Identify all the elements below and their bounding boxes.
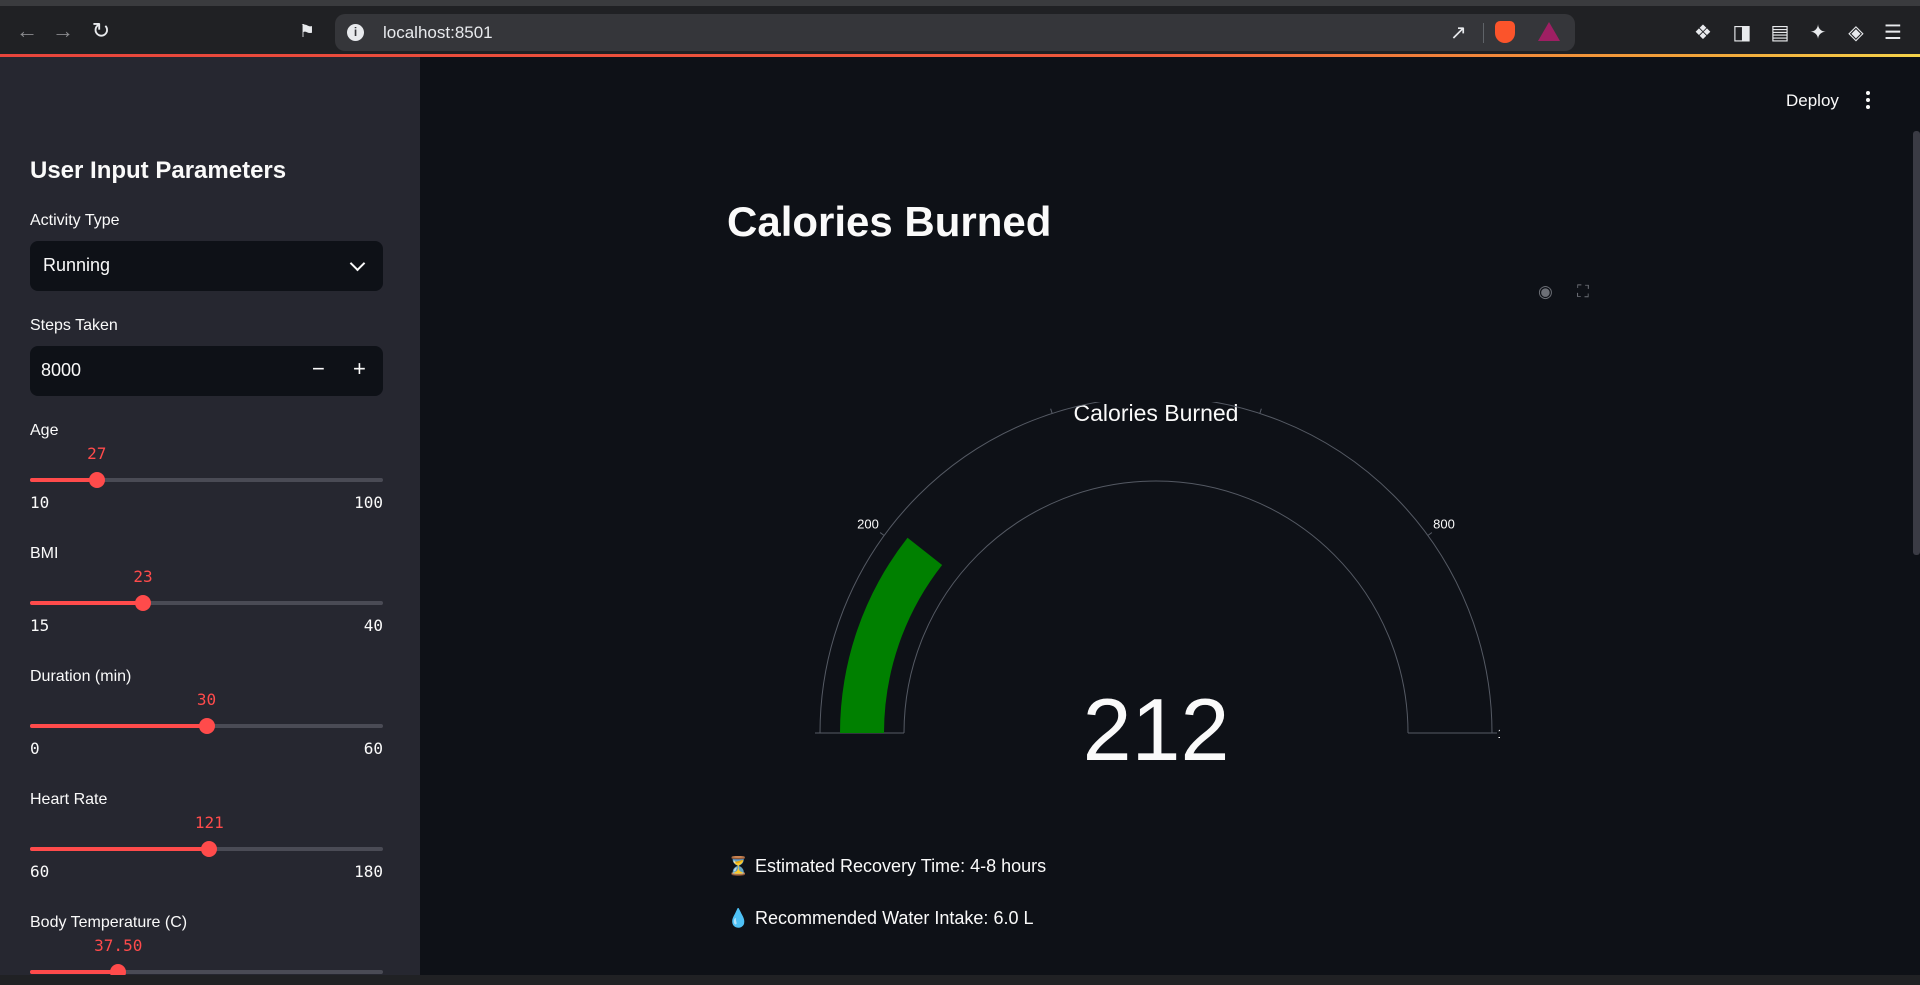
gauge-tick-label: 200	[857, 517, 879, 532]
slider-min-label: 0	[30, 739, 40, 758]
slider-max-label: 60	[363, 739, 383, 758]
heart-rate-label: Heart Rate	[30, 791, 108, 808]
slider-min-label: 15	[30, 616, 50, 635]
bmi-slider[interactable]: 23 15 40	[30, 567, 383, 635]
main-menu-icon[interactable]	[1866, 91, 1872, 112]
slider-current-value: 27	[87, 444, 107, 463]
steps-increment-button[interactable]: +	[353, 356, 366, 382]
slider-current-value: 37.50	[94, 936, 143, 955]
main-scrollbar[interactable]	[1913, 131, 1920, 555]
slider-current-value: 121	[194, 813, 224, 832]
slider-current-value: 30	[196, 690, 217, 709]
bmi-label: BMI	[30, 545, 59, 562]
steps-taken-input[interactable]: 8000 − +	[30, 346, 383, 396]
vpn-icon[interactable]: ◈	[1843, 20, 1869, 45]
url-text[interactable]: localhost:8501	[383, 23, 493, 43]
water-drop-icon: 💧	[727, 908, 750, 928]
body-temperature-slider[interactable]: 37.50	[30, 936, 383, 975]
page-title: Calories Burned	[727, 198, 1052, 245]
recovery-time-text: Estimated Recovery Time: 4-8 hours	[755, 856, 1047, 876]
sidebar-toggle-icon[interactable]: ◨	[1729, 20, 1755, 45]
slider-fill	[30, 847, 210, 851]
slider-fill	[30, 724, 207, 728]
slider-fill	[30, 478, 97, 482]
browser-toolbar: ← → ↻ ⚑ i localhost:8501 ↗ ❖ ◨ ▤ ✦ ◈ ☰	[0, 6, 1920, 57]
gauge-title: Calories Burned	[1074, 402, 1239, 426]
gauge-tick-mark	[1259, 408, 1262, 414]
heart-rate-slider[interactable]: 121 60 180	[30, 813, 383, 881]
steps-taken-label: Steps Taken	[30, 317, 118, 334]
calories-gauge: Calories Burned 02004006008001000 212	[815, 402, 1500, 779]
slider-max-label: 40	[363, 616, 383, 635]
water-intake-info: 💧 Recommended Water Intake: 6.0 L	[727, 908, 1033, 929]
steps-taken-value[interactable]: 8000	[41, 360, 81, 381]
gauge-tick-label: 800	[1433, 517, 1455, 532]
deploy-button[interactable]: Deploy	[1786, 91, 1839, 111]
forward-icon[interactable]: →	[48, 16, 78, 46]
slider-thumb[interactable]	[110, 964, 127, 975]
age-label: Age	[30, 422, 59, 439]
slider-max-label: 100	[354, 493, 383, 512]
address-bar-divider	[1483, 23, 1484, 43]
gauge-value: 212	[1083, 680, 1230, 779]
hourglass-icon: ⏳	[727, 856, 750, 876]
menu-icon[interactable]: ☰	[1880, 20, 1906, 45]
back-icon[interactable]: ←	[12, 16, 42, 46]
activity-type-value: Running	[43, 255, 111, 275]
age-slider[interactable]: 27 10 100	[30, 444, 383, 512]
brave-shields-icon[interactable]	[1495, 21, 1515, 43]
slider-thumb[interactable]	[88, 472, 105, 488]
reload-icon[interactable]: ↻	[86, 16, 116, 46]
site-info-icon[interactable]: i	[347, 24, 364, 41]
recovery-time-info: ⏳ Estimated Recovery Time: 4-8 hours	[727, 856, 1046, 877]
slider-max-label: 180	[354, 862, 383, 881]
leo-ai-icon[interactable]: ✦	[1805, 20, 1831, 45]
address-bar[interactable]: i localhost:8501 ↗	[335, 14, 1575, 51]
duration-label: Duration (min)	[30, 668, 132, 685]
sidebar-title: User Input Parameters	[30, 157, 287, 184]
brave-rewards-icon[interactable]	[1538, 22, 1560, 41]
bottom-bar	[0, 975, 1920, 985]
slider-min-label: 60	[30, 862, 50, 881]
wallet-icon[interactable]: ▤	[1767, 20, 1793, 45]
gauge-value-bar	[840, 537, 943, 733]
gauge-tick-label: 1000	[1498, 726, 1500, 741]
slider-thumb[interactable]	[201, 841, 218, 857]
slider-min-label: 10	[30, 493, 50, 512]
gauge-tick-mark	[1427, 532, 1433, 536]
fullscreen-icon[interactable]: ⛶	[1577, 282, 1589, 302]
main-content: Deploy Calories Burned ◉ ⛶ Calories Burn…	[420, 57, 1920, 975]
sidebar: User Input Parameters Activity Type Runn…	[0, 57, 420, 975]
water-intake-text: Recommended Water Intake: 6.0 L	[755, 908, 1034, 928]
camera-icon[interactable]: ◉	[1538, 282, 1553, 302]
extensions-icon[interactable]: ❖	[1690, 20, 1716, 45]
slider-fill	[30, 601, 143, 605]
slider-thumb[interactable]	[198, 718, 215, 734]
slider-fill	[30, 970, 119, 974]
slider-current-value: 23	[133, 567, 153, 586]
share-icon[interactable]: ↗	[1450, 20, 1467, 45]
activity-type-label: Activity Type	[30, 212, 120, 229]
gauge-tick-mark	[1050, 408, 1053, 414]
slider-thumb[interactable]	[134, 595, 151, 611]
chevron-down-icon	[349, 255, 366, 272]
steps-decrement-button[interactable]: −	[312, 356, 325, 382]
duration-slider[interactable]: 30 0 60	[30, 690, 383, 758]
gauge-tick-mark	[879, 532, 885, 536]
body-temperature-label: Body Temperature (C)	[30, 914, 188, 931]
bookmark-icon[interactable]: ⚑	[292, 16, 322, 46]
activity-type-select[interactable]: Running	[30, 241, 383, 291]
